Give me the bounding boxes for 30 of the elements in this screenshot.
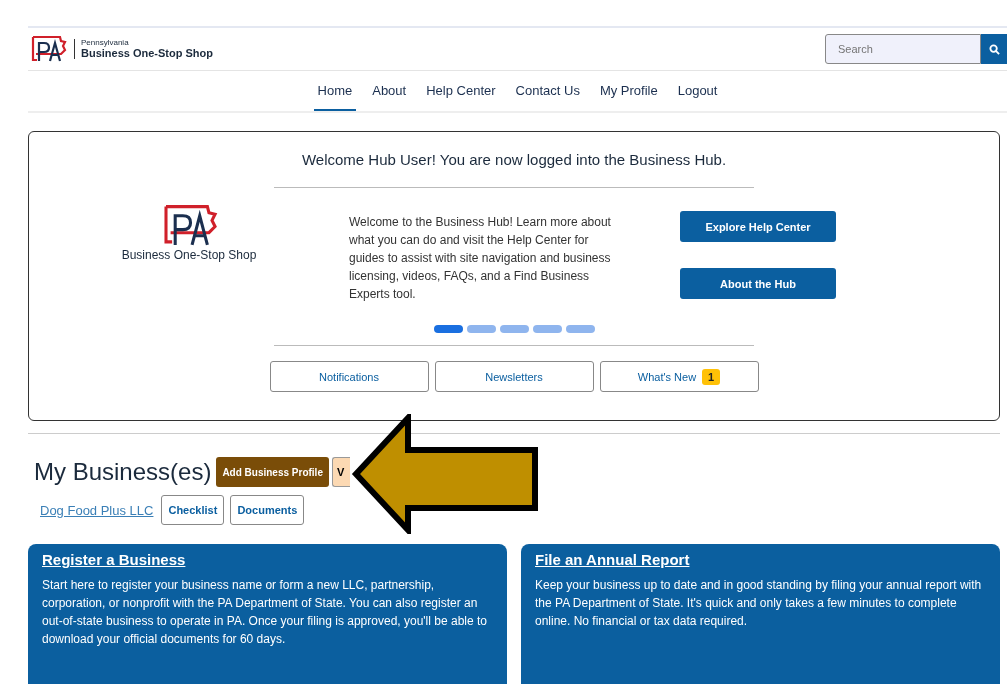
count-badge: 1: [702, 368, 721, 385]
partial-button[interactable]: V: [331, 457, 350, 487]
business-link[interactable]: Dog Food Plus LLC: [40, 502, 154, 518]
section-title: My Business(es): [34, 458, 212, 486]
hero-button[interactable]: Explore Help Center: [680, 211, 836, 242]
nav-link[interactable]: About: [368, 71, 411, 111]
hub-tab[interactable]: Newsletters: [434, 361, 594, 392]
card-title-link[interactable]: File an Annual Report: [535, 551, 986, 568]
search-button[interactable]: [981, 34, 1007, 64]
business-action-button[interactable]: Checklist: [161, 495, 225, 525]
card-text: Keep your business up to date and in good standing by filing your annual report with the PA Department of State. It's quick and only takes a few minutes to complete online. No financial or tax data required.: [535, 577, 983, 630]
welcome-text: Welcome to the Business Hub! Learn more about what you can do and visit the Help Center for guides to assist with site navigation and business licensing, videos, FAQs, and a Find Business Experts tool.: [349, 214, 612, 303]
hub-tab[interactable]: Notifications: [269, 361, 429, 392]
nav-link[interactable]: My Profile: [595, 71, 662, 111]
logo-subtitle: Pennsylvania: [81, 38, 130, 48]
business-action-button[interactable]: Documents: [230, 495, 305, 525]
nav-link[interactable]: Home: [313, 71, 357, 111]
card-title-link[interactable]: Register a Business: [42, 551, 493, 568]
search-field[interactable]: Search: [825, 34, 981, 64]
hero-button[interactable]: About the Hub: [680, 268, 836, 299]
logo-caption: Business One-Stop Shop: [121, 248, 257, 262]
nav-link[interactable]: Logout: [673, 71, 722, 111]
nav-link[interactable]: Contact Us: [511, 71, 584, 111]
card-text: Start here to register your business name or form a new LLC, partnership, corporation, or nonprofit with the PA Department of State. You can also register an out-of-state business to operate in PA. Once your filing is approved, you'll be able to download your official documents for 60 days.: [42, 577, 488, 648]
nav-link[interactable]: Help Center: [422, 71, 500, 111]
logo-title: Business One-Stop Shop: [81, 47, 213, 60]
hub-tab[interactable]: What's New 1: [599, 361, 759, 392]
add-business-button[interactable]: Add Business Profile: [216, 457, 329, 487]
welcome-title: Welcome Hub User! You are now logged into the Business Hub.: [301, 151, 727, 169]
search-icon: [988, 43, 1000, 55]
